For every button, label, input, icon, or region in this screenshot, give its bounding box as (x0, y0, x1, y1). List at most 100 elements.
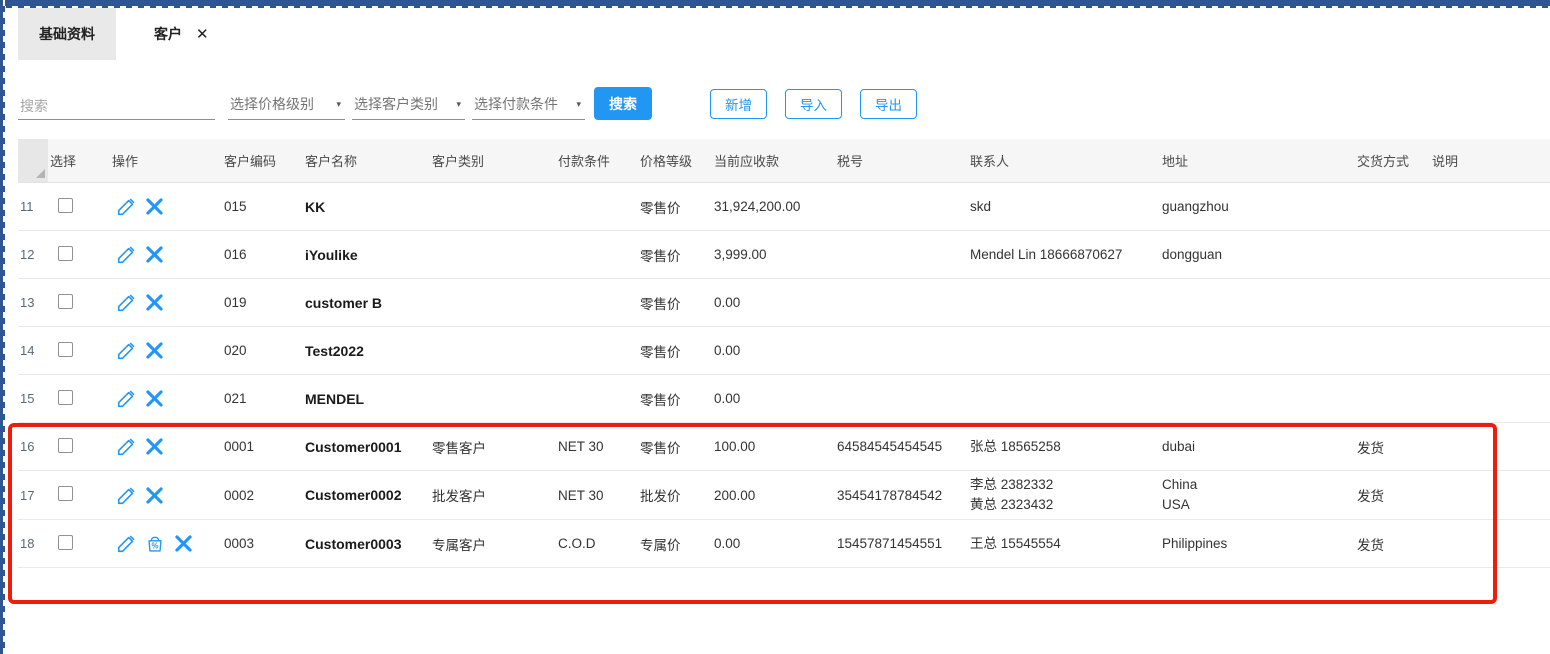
delete-x-icon[interactable] (144, 340, 165, 361)
select-cell (48, 438, 110, 456)
row-checkbox[interactable] (58, 486, 73, 501)
address-cell: Philippines (1160, 530, 1355, 558)
tab-close-icon[interactable]: ✕ (196, 27, 209, 42)
table-row-12: 12 016iYoulike零售价3,999.00Mendel Lin 1866… (18, 231, 1550, 279)
tab-basic-data[interactable]: 基础资料 (18, 8, 116, 60)
code-cell: 0002 (222, 488, 303, 503)
edit-pencil-icon[interactable] (116, 485, 137, 506)
table-row-16: 16 0001Customer0001零售客户NET 30零售价100.0064… (18, 423, 1550, 471)
select-cell (48, 342, 110, 360)
row-checkbox[interactable] (58, 535, 73, 550)
edit-pencil-icon[interactable] (116, 292, 137, 313)
import-button[interactable]: 导入 (785, 89, 842, 119)
column-header-1: 选择 (48, 151, 110, 170)
row-checkbox[interactable] (58, 246, 73, 261)
ops-cell (110, 244, 222, 265)
edit-pencil-icon[interactable] (116, 436, 137, 457)
row-checkbox[interactable] (58, 294, 73, 309)
edit-pencil-icon[interactable] (116, 340, 137, 361)
customer-page: 基础资料 客户 ✕ 选择价格级别 ▾ 选择客户类别 ▾ 选择付款条件 ▾ 搜索 … (0, 0, 1550, 585)
row-number: 11 (18, 199, 48, 214)
receivable-cell: 200.00 (712, 488, 835, 503)
address-cell (1160, 395, 1355, 403)
price_level-cell: 零售价 (638, 389, 712, 409)
tab-customer-label: 客户 (154, 24, 182, 44)
edit-pencil-icon[interactable] (116, 196, 137, 217)
export-button[interactable]: 导出 (860, 89, 917, 119)
name-cell: Customer0003 (303, 536, 430, 552)
search-input[interactable] (18, 93, 215, 120)
tab-bar: 基础资料 客户 ✕ (18, 8, 1550, 60)
row-checkbox[interactable] (58, 342, 73, 357)
column-header-3: 客户编码 (222, 151, 303, 170)
row-checkbox[interactable] (58, 198, 73, 213)
code-cell: 016 (222, 247, 303, 262)
ops-cell (110, 485, 222, 506)
delete-x-icon[interactable] (144, 292, 165, 313)
price_level-cell: 专属价 (638, 534, 712, 554)
type-cell: 批发客户 (430, 485, 556, 505)
column-header-11: 地址 (1160, 151, 1355, 170)
type-cell: 零售客户 (430, 437, 556, 457)
customer-table: 选择操作客户编码客户名称客户类别付款条件价格等级当前应收款税号联系人地址交货方式… (18, 139, 1550, 585)
price_level-cell: 零售价 (638, 341, 712, 361)
tax-cell: 35454178784542 (835, 488, 968, 503)
code-cell: 020 (222, 343, 303, 358)
edit-pencil-icon[interactable] (116, 388, 137, 409)
customer-type-select[interactable]: 选择客户类别 ▾ (352, 89, 465, 120)
contact-cell (968, 347, 1160, 355)
row-number: 12 (18, 247, 48, 262)
row-checkbox[interactable] (58, 438, 73, 453)
contact-cell: skd (968, 193, 1160, 221)
contact-cell: 张总 18565258 (968, 433, 1160, 461)
payment-terms-select[interactable]: 选择付款条件 ▾ (472, 89, 585, 120)
table-header: 选择操作客户编码客户名称客户类别付款条件价格等级当前应收款税号联系人地址交货方式… (18, 139, 1550, 183)
row-checkbox[interactable] (58, 390, 73, 405)
select-all-grip-icon (36, 169, 45, 178)
payment-terms-select-label: 选择付款条件 (474, 94, 558, 114)
type-cell: 专属客户 (430, 534, 556, 554)
delete-x-icon[interactable] (144, 196, 165, 217)
edit-pencil-icon[interactable] (116, 244, 137, 265)
contact-cell (968, 395, 1160, 403)
table-body: 11 015KK零售价31,924,200.00skdguangzhou 12 0… (18, 183, 1550, 585)
price-level-select[interactable]: 选择价格级别 ▾ (228, 89, 345, 120)
delete-x-icon[interactable] (144, 485, 165, 506)
delete-x-icon[interactable] (144, 436, 165, 457)
ops-cell: % (110, 533, 222, 555)
chevron-down-icon: ▾ (576, 99, 581, 110)
row-number: 16 (18, 439, 48, 454)
edit-pencil-icon[interactable] (116, 533, 137, 554)
row-number: 14 (18, 343, 48, 358)
add-button[interactable]: 新增 (710, 89, 767, 119)
price_level-cell: 零售价 (638, 245, 712, 265)
tab-basic-data-label: 基础资料 (39, 24, 95, 44)
column-corner (18, 139, 48, 182)
price_level-cell: 零售价 (638, 293, 712, 313)
address-cell: guangzhou (1160, 193, 1355, 221)
tab-customer[interactable]: 客户 ✕ (133, 8, 230, 60)
delete-x-icon[interactable] (173, 533, 194, 554)
select-cell (48, 486, 110, 504)
contact-cell: 王总 15545554 (968, 530, 1160, 558)
tax-cell: 15457871454551 (835, 536, 968, 551)
discount-basket-icon[interactable]: % (144, 533, 166, 555)
column-header-10: 联系人 (968, 151, 1160, 170)
table-row-11: 11 015KK零售价31,924,200.00skdguangzhou (18, 183, 1550, 231)
name-cell: KK (303, 199, 430, 215)
select-cell (48, 198, 110, 216)
select-cell (48, 390, 110, 408)
receivable-cell: 0.00 (712, 536, 835, 551)
filter-bar: 选择价格级别 ▾ 选择客户类别 ▾ 选择付款条件 ▾ 搜索 新增 导入 导出 (18, 86, 1550, 120)
delete-x-icon[interactable] (144, 244, 165, 265)
name-cell: Customer0001 (303, 439, 430, 455)
delivery-cell: 发货 (1355, 534, 1430, 554)
search-button[interactable]: 搜索 (594, 87, 652, 120)
payment-cell: NET 30 (556, 439, 638, 454)
name-cell: iYoulike (303, 247, 430, 263)
row-number: 15 (18, 391, 48, 406)
chevron-down-icon: ▾ (336, 99, 341, 110)
address-cell: China USA (1160, 471, 1355, 519)
capture-border-left (0, 0, 5, 654)
delete-x-icon[interactable] (144, 388, 165, 409)
